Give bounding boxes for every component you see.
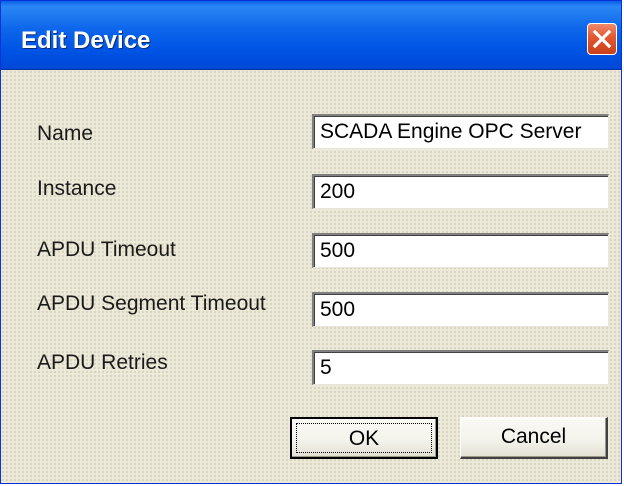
title-bar[interactable]: Edit Device <box>1 1 621 70</box>
edit-device-dialog: Edit Device Name SCADA Engine OPC Server… <box>0 0 622 484</box>
name-label: Name <box>37 122 94 145</box>
cancel-button[interactable]: Cancel <box>460 417 608 459</box>
dialog-body: Name SCADA Engine OPC Server Instance 20… <box>1 70 621 483</box>
apdu-segment-timeout-field[interactable]: 500 <box>312 292 609 327</box>
apdu-timeout-label: APDU Timeout <box>37 238 176 261</box>
close-button[interactable] <box>587 23 617 55</box>
apdu-timeout-field[interactable]: 500 <box>312 233 609 268</box>
apdu-retries-label: APDU Retries <box>37 351 168 374</box>
close-icon <box>592 29 612 49</box>
name-field[interactable]: SCADA Engine OPC Server <box>312 114 609 149</box>
apdu-segment-timeout-label: APDU Segment Timeout <box>37 292 266 315</box>
ok-button-label: OK <box>296 423 432 453</box>
instance-field[interactable]: 200 <box>312 174 609 209</box>
ok-button[interactable]: OK <box>290 417 438 459</box>
apdu-retries-field[interactable]: 5 <box>312 350 609 385</box>
instance-label: Instance <box>37 177 117 200</box>
dialog-title: Edit Device <box>21 27 151 54</box>
